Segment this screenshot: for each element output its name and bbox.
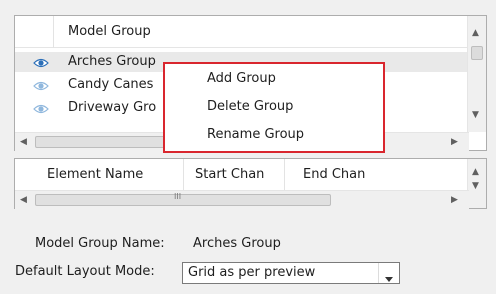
dropdown-button[interactable] <box>378 263 399 283</box>
scroll-right-arrow-icon[interactable]: ▶ <box>451 137 458 147</box>
model-group-name-label: Model Group Name: <box>35 236 165 251</box>
group-row-label: Driveway Gro <box>68 100 157 115</box>
element-list[interactable]: Element Name Start Chan End Chan ▲ ▼ ◀ I… <box>14 158 487 209</box>
default-layout-mode-label: Default Layout Mode: <box>15 264 155 279</box>
horizontal-scrollbar[interactable]: ◀ III ▶ <box>15 190 469 209</box>
scroll-down-arrow-icon[interactable]: ▼ <box>472 181 479 191</box>
column-header-end-chan[interactable]: End Chan <box>303 159 365 191</box>
column-header-model-group[interactable]: Model Group <box>68 16 151 48</box>
vertical-scroll-thumb[interactable] <box>471 46 483 60</box>
horizontal-scroll-thumb[interactable] <box>35 136 183 148</box>
group-context-menu: Add Group Delete Group Rename Group <box>163 62 385 153</box>
column-divider <box>284 159 285 191</box>
dropdown-selected-value: Grid as per preview <box>188 265 316 280</box>
eye-hidden-icon[interactable] <box>33 103 49 118</box>
model-group-header-row: Model Group <box>15 16 486 48</box>
scroll-left-arrow-icon[interactable]: ◀ <box>20 137 27 147</box>
scroll-up-arrow-icon[interactable]: ▲ <box>472 28 479 38</box>
column-divider <box>53 16 54 48</box>
menu-item-rename-group[interactable]: Rename Group <box>207 125 304 145</box>
default-layout-mode-dropdown[interactable]: Grid as per preview <box>182 262 400 284</box>
eye-hidden-icon[interactable] <box>33 80 49 95</box>
scroll-down-arrow-icon[interactable]: ▼ <box>472 110 479 120</box>
column-divider <box>183 159 184 191</box>
column-header-element-name[interactable]: Element Name <box>47 159 143 191</box>
scroll-right-arrow-icon[interactable]: ▶ <box>451 195 458 205</box>
scroll-up-arrow-icon[interactable]: ▲ <box>472 167 479 177</box>
scroll-grip-icon: III <box>174 192 182 201</box>
model-group-name-value: Arches Group <box>193 236 281 251</box>
vertical-scrollbar[interactable]: ▲ ▼ <box>467 159 486 208</box>
horizontal-scroll-thumb[interactable]: III <box>35 192 331 206</box>
element-header-row: Element Name Start Chan End Chan <box>15 159 469 191</box>
menu-item-delete-group[interactable]: Delete Group <box>207 97 293 117</box>
menu-item-add-group[interactable]: Add Group <box>207 69 276 89</box>
group-row-label: Candy Canes <box>68 77 154 92</box>
eye-visible-icon[interactable] <box>33 57 49 72</box>
group-row-label: Arches Group <box>68 54 156 69</box>
chevron-down-icon <box>385 271 393 286</box>
column-header-start-chan[interactable]: Start Chan <box>195 159 264 191</box>
vertical-scrollbar[interactable]: ▲ ▼ <box>467 16 486 132</box>
scroll-left-arrow-icon[interactable]: ◀ <box>20 195 27 205</box>
